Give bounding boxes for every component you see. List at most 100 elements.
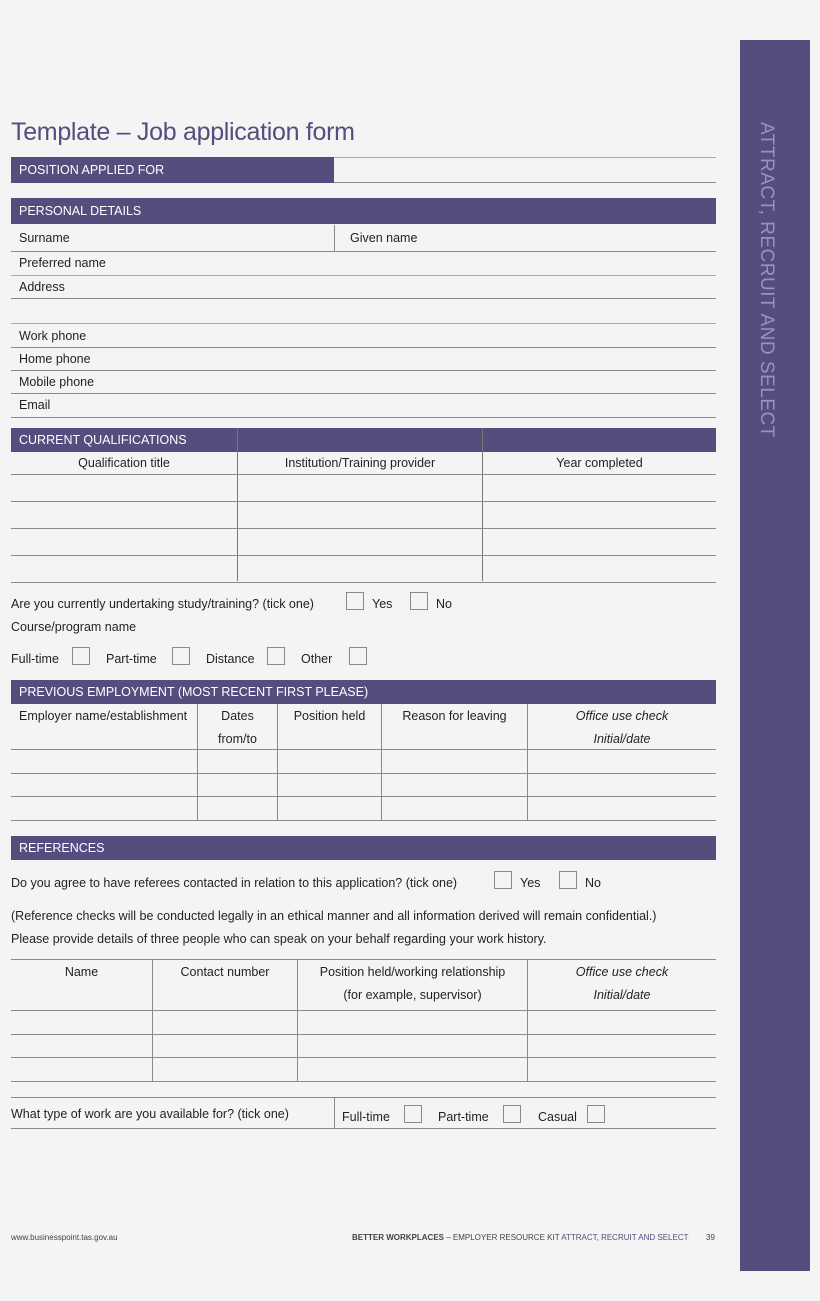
employment-cell[interactable] (382, 750, 527, 773)
divider (11, 298, 716, 299)
availability-casual-label: Casual (538, 1110, 577, 1124)
employment-cell[interactable] (382, 774, 527, 797)
position-applied-label: POSITION APPLIED FOR (11, 157, 334, 183)
mode-full-time-checkbox[interactable] (72, 647, 90, 665)
reference-instruction: Please provide details of three people w… (11, 932, 547, 946)
mode-distance-label: Distance (206, 652, 255, 666)
reference-cell[interactable] (528, 1035, 716, 1058)
referee-consent-yes-label: Yes (520, 876, 541, 890)
divider (11, 1128, 716, 1129)
reference-cell[interactable] (528, 1058, 716, 1081)
footer-publication: BETTER WORKPLACES – EMPLOYER RESOURCE KI… (352, 1233, 689, 1242)
qualification-cell[interactable] (483, 502, 716, 528)
employment-cell[interactable] (12, 797, 197, 820)
employment-cell[interactable] (278, 750, 381, 773)
qualification-cell[interactable] (12, 475, 237, 501)
column-header-name: Name (64, 965, 99, 979)
employment-header: PREVIOUS EMPLOYMENT (MOST RECENT FIRST P… (11, 680, 716, 704)
reference-cell[interactable] (153, 1058, 297, 1081)
qualification-cell[interactable] (238, 475, 482, 501)
home-phone-field[interactable]: Home phone (11, 348, 716, 370)
mode-other-label: Other (301, 652, 333, 666)
column-header-institution: Institution/Training provider (284, 456, 436, 470)
column-header-year-completed: Year completed (556, 456, 643, 470)
availability-part-time-checkbox[interactable] (503, 1105, 521, 1123)
reference-cell[interactable] (153, 1011, 297, 1034)
availability-casual-checkbox[interactable] (587, 1105, 605, 1123)
references-header: REFERENCES (11, 836, 716, 860)
referee-consent-no-checkbox[interactable] (559, 871, 577, 889)
surname-field[interactable]: Surname (11, 225, 334, 251)
column-header-position-held: Position held (293, 709, 366, 723)
availability-part-time-label: Part-time (438, 1110, 489, 1124)
mode-part-time-checkbox[interactable] (172, 647, 190, 665)
availability-question: What type of work are you available for?… (11, 1107, 289, 1121)
reference-cell[interactable] (12, 1058, 152, 1081)
employment-cell[interactable] (528, 750, 716, 773)
qualification-cell[interactable] (12, 502, 237, 528)
reference-cell[interactable] (298, 1011, 527, 1034)
mobile-phone-label: Mobile phone (19, 375, 95, 389)
employment-cell[interactable] (278, 774, 381, 797)
employment-cell[interactable] (12, 750, 197, 773)
footer-url: www.businesspoint.tas.gov.au (11, 1233, 118, 1242)
page-title: Template – Job application form (11, 118, 355, 146)
reference-cell[interactable] (153, 1035, 297, 1058)
qualification-cell[interactable] (483, 475, 716, 501)
employment-cell[interactable] (198, 797, 277, 820)
work-phone-field[interactable]: Work phone (11, 324, 716, 347)
study-no-checkbox[interactable] (410, 592, 428, 610)
column-header-qualification-title: Qualification title (78, 456, 170, 470)
mode-part-time-label: Part-time (106, 652, 157, 666)
reference-cell[interactable] (12, 1035, 152, 1058)
address-field[interactable]: Address (11, 276, 716, 323)
study-no-label: No (436, 597, 452, 611)
reference-cell[interactable] (298, 1058, 527, 1081)
work-phone-label: Work phone (19, 329, 87, 343)
column-header-relationship-sub: (for example, supervisor) (343, 988, 482, 1002)
study-yes-checkbox[interactable] (346, 592, 364, 610)
reference-cell[interactable] (12, 1011, 152, 1034)
mode-full-time-label: Full-time (11, 652, 59, 666)
employment-cell[interactable] (278, 797, 381, 820)
mobile-phone-field[interactable]: Mobile phone (11, 371, 716, 393)
mode-other-checkbox[interactable] (349, 647, 367, 665)
employment-cell[interactable] (198, 774, 277, 797)
column-header-office-use-sub: Initial/date (593, 732, 651, 746)
employment-cell[interactable] (198, 750, 277, 773)
address-label: Address (19, 280, 65, 294)
given-name-field[interactable]: Given name (335, 225, 716, 251)
footer-page-number: 39 (706, 1233, 715, 1242)
column-header-reason-leaving: Reason for leaving (402, 709, 507, 723)
qualification-cell[interactable] (483, 529, 716, 555)
email-field[interactable]: Email (11, 394, 716, 417)
home-phone-label: Home phone (19, 352, 91, 366)
reference-cell[interactable] (528, 1011, 716, 1034)
preferred-name-field[interactable]: Preferred name (11, 252, 716, 275)
qualification-cell[interactable] (12, 529, 237, 555)
position-applied-input[interactable] (335, 158, 716, 183)
employment-cell[interactable] (528, 774, 716, 797)
qualification-cell[interactable] (12, 556, 237, 582)
email-label: Email (19, 398, 51, 412)
availability-full-time-label: Full-time (342, 1110, 390, 1124)
employment-cell[interactable] (12, 774, 197, 797)
availability-full-time-checkbox[interactable] (404, 1105, 422, 1123)
qualification-cell[interactable] (238, 529, 482, 555)
qualification-cell[interactable] (483, 556, 716, 582)
column-header-contact-number: Contact number (180, 965, 270, 979)
employment-cell[interactable] (528, 797, 716, 820)
study-yes-label: Yes (372, 597, 393, 611)
column-header-office-use: Office use check (575, 965, 669, 979)
divider (11, 1097, 716, 1098)
column-divider (334, 1097, 335, 1128)
qualification-cell[interactable] (238, 502, 482, 528)
mode-distance-checkbox[interactable] (267, 647, 285, 665)
reference-cell[interactable] (298, 1035, 527, 1058)
employment-cell[interactable] (382, 797, 527, 820)
qualification-cell[interactable] (238, 556, 482, 582)
side-section-tab: ATTRACT, RECRUIT AND SELECT (740, 40, 810, 1271)
column-header-office-use: Office use check (575, 709, 669, 723)
course-program-input[interactable] (150, 616, 716, 636)
referee-consent-yes-checkbox[interactable] (494, 871, 512, 889)
